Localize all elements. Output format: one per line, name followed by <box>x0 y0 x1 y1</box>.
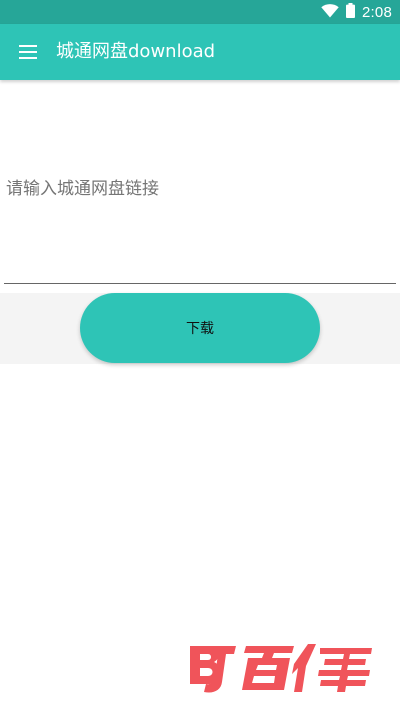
hamburger-menu-icon[interactable] <box>10 34 46 70</box>
wifi-icon <box>321 3 339 22</box>
bj-logo-icon <box>190 644 372 693</box>
download-button[interactable]: 下载 <box>80 293 320 363</box>
link-input[interactable] <box>4 160 396 284</box>
battery-icon <box>346 2 355 22</box>
status-time: 2:08 <box>362 3 392 21</box>
status-bar: 2:08 <box>0 0 400 24</box>
app-bar: 城通网盘download <box>0 24 400 80</box>
watermark-logo <box>186 640 378 696</box>
app-title: 城通网盘download <box>56 41 216 62</box>
status-icons: 2:08 <box>321 0 392 24</box>
